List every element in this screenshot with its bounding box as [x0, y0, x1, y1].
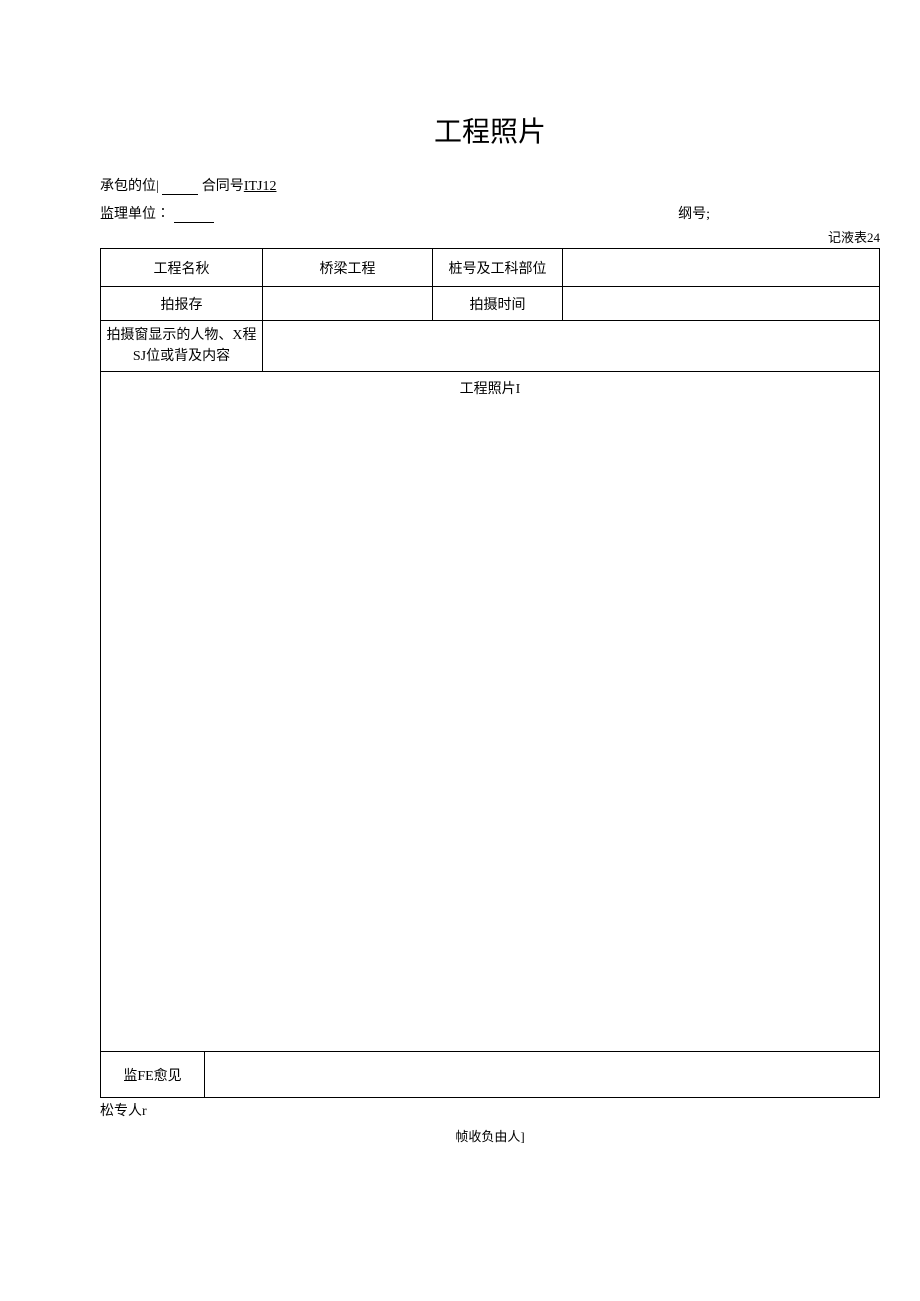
contract-number: ITJ12	[244, 179, 277, 194]
footer-center: 帧收负由人]	[100, 1126, 880, 1145]
cell-photo-time-value	[563, 287, 880, 321]
cell-station-label: 桩号及工科部位	[433, 249, 563, 287]
page-title: 工程照片	[100, 110, 880, 150]
supervisor-line: 监理单位∶ 纲号;	[100, 203, 880, 223]
supervisor-label: 监理单位∶	[100, 207, 170, 222]
cell-project-name-value: 桥梁工程	[263, 249, 433, 287]
cell-photo-save-value	[263, 287, 433, 321]
cell-photo-time-label: 拍摄时间	[433, 287, 563, 321]
row-photo-meta: 拍报存 拍摄时间	[101, 287, 880, 321]
contractor-label: 承包的位|	[100, 179, 162, 194]
number-label: 纲号;	[678, 203, 710, 223]
row-description: 拍摄窗显示的人物、X程SJ位或背及内容	[101, 321, 880, 372]
cell-station-value	[563, 249, 880, 287]
opinion-table: 监FE愈见	[100, 1051, 880, 1098]
cell-project-name-label: 工程名秋	[101, 249, 263, 287]
form-table: 工程名秋 桥梁工程 桩号及工科部位 拍报存 拍摄时间 拍摄窗显示的人物、X程SJ…	[100, 248, 880, 1052]
cell-photo-save-label: 拍报存	[101, 287, 263, 321]
row-project: 工程名秋 桥梁工程 桩号及工科部位	[101, 249, 880, 287]
contractor-line: 承包的位| 合同号ITJ12	[100, 175, 880, 195]
cell-photo-area: 工程照片I	[101, 372, 880, 1052]
row-opinion: 监FE愈见	[101, 1052, 880, 1098]
supervisor-blank	[174, 209, 214, 223]
row-photo: 工程照片I	[101, 372, 880, 1052]
contract-label: 合同号	[202, 179, 244, 194]
photo-caption: 工程照片I	[460, 382, 521, 397]
cell-desc-value	[263, 321, 880, 372]
cell-opinion-label: 监FE愈见	[101, 1052, 205, 1098]
cell-opinion-value	[205, 1052, 880, 1098]
table-corner-label: 记液表24	[100, 227, 880, 246]
contractor-blank	[162, 181, 198, 195]
cell-desc-label: 拍摄窗显示的人物、X程SJ位或背及内容	[101, 321, 263, 372]
footer-left: 松专人r	[100, 1100, 880, 1120]
